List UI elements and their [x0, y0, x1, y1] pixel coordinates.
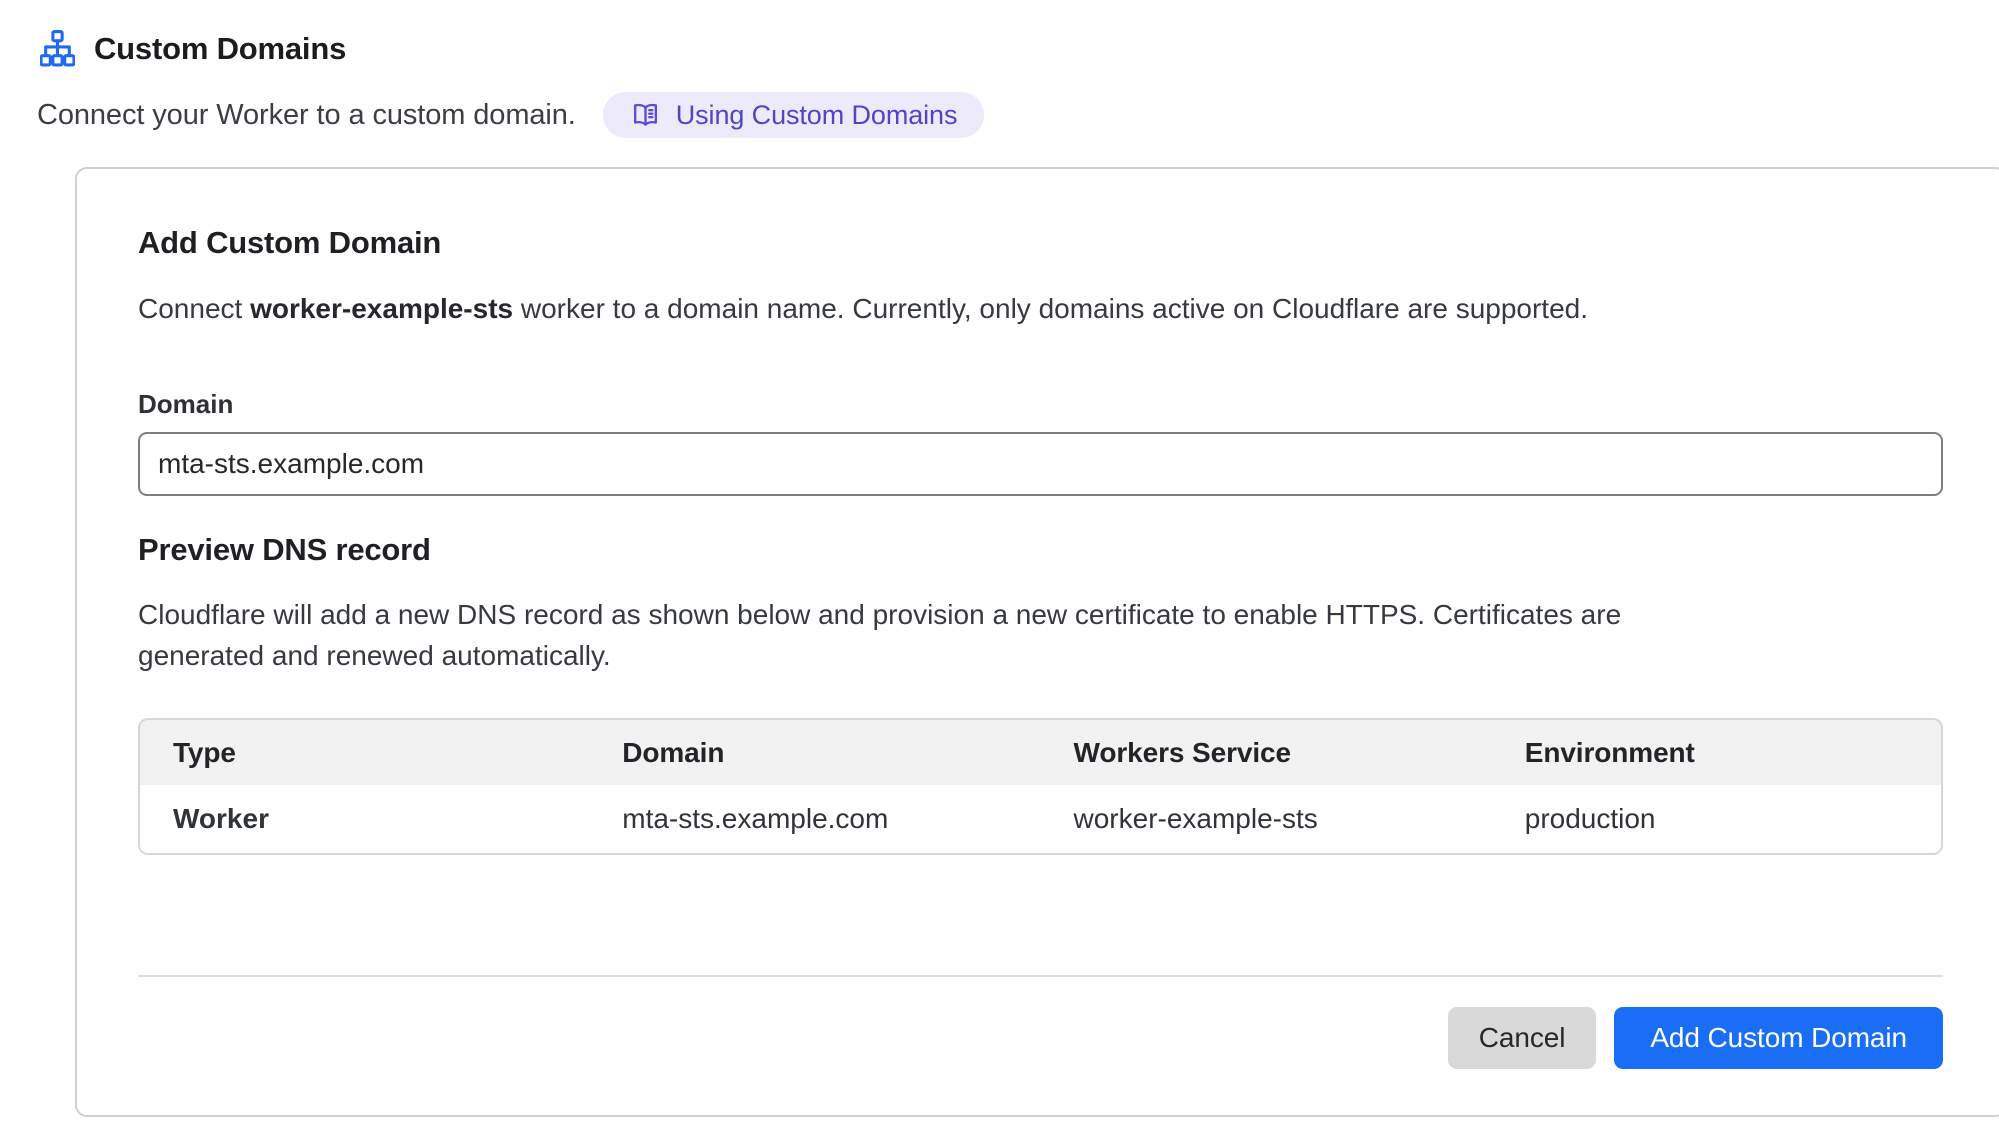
page-title: Custom Domains	[94, 31, 346, 67]
using-custom-domains-label: Using Custom Domains	[676, 100, 958, 131]
cell-type: Worker	[138, 785, 589, 855]
domain-label: Domain	[138, 389, 1943, 420]
preview-dns-heading: Preview DNS record	[138, 532, 1943, 568]
custom-domains-page: Custom Domains Connect your Worker to a …	[0, 0, 1999, 1117]
card-heading: Add Custom Domain	[138, 225, 1943, 261]
preview-dns-description: Cloudflare will add a new DNS record as …	[138, 594, 1633, 676]
table-row: Worker mta-sts.example.com worker-exampl…	[138, 785, 1943, 855]
page-subtitle: Connect your Worker to a custom domain.	[37, 99, 576, 132]
description-suffix: worker to a domain name. Currently, only…	[513, 293, 1588, 324]
column-header-domain: Domain	[589, 718, 1040, 785]
card-description: Connect worker-example-sts worker to a d…	[138, 291, 1943, 327]
column-header-environment: Environment	[1492, 718, 1943, 785]
column-header-type: Type	[138, 718, 589, 785]
table-header-row: Type Domain Workers Service Environment	[138, 718, 1943, 785]
footer-divider	[138, 975, 1943, 977]
add-custom-domain-card: Add Custom Domain Connect worker-example…	[75, 167, 1999, 1117]
column-header-workers-service: Workers Service	[1041, 718, 1492, 785]
cancel-button[interactable]: Cancel	[1448, 1007, 1597, 1069]
domain-input[interactable]	[138, 432, 1943, 496]
sitemap-icon	[40, 30, 75, 67]
using-custom-domains-link[interactable]: Using Custom Domains	[603, 92, 985, 138]
cell-environment: production	[1492, 785, 1943, 855]
open-book-icon	[630, 100, 661, 131]
dns-preview-table: Type Domain Workers Service Environment …	[138, 718, 1943, 855]
cell-workers-service: worker-example-sts	[1041, 785, 1492, 855]
worker-name: worker-example-sts	[250, 293, 513, 324]
domain-field: Domain	[138, 389, 1943, 496]
footer-actions: Cancel Add Custom Domain	[138, 1007, 1943, 1069]
cell-domain: mta-sts.example.com	[589, 785, 1040, 855]
description-prefix: Connect	[138, 293, 250, 324]
add-custom-domain-button[interactable]: Add Custom Domain	[1614, 1007, 1943, 1069]
page-subtitle-row: Connect your Worker to a custom domain. …	[37, 92, 1999, 138]
page-header: Custom Domains	[37, 30, 1999, 67]
